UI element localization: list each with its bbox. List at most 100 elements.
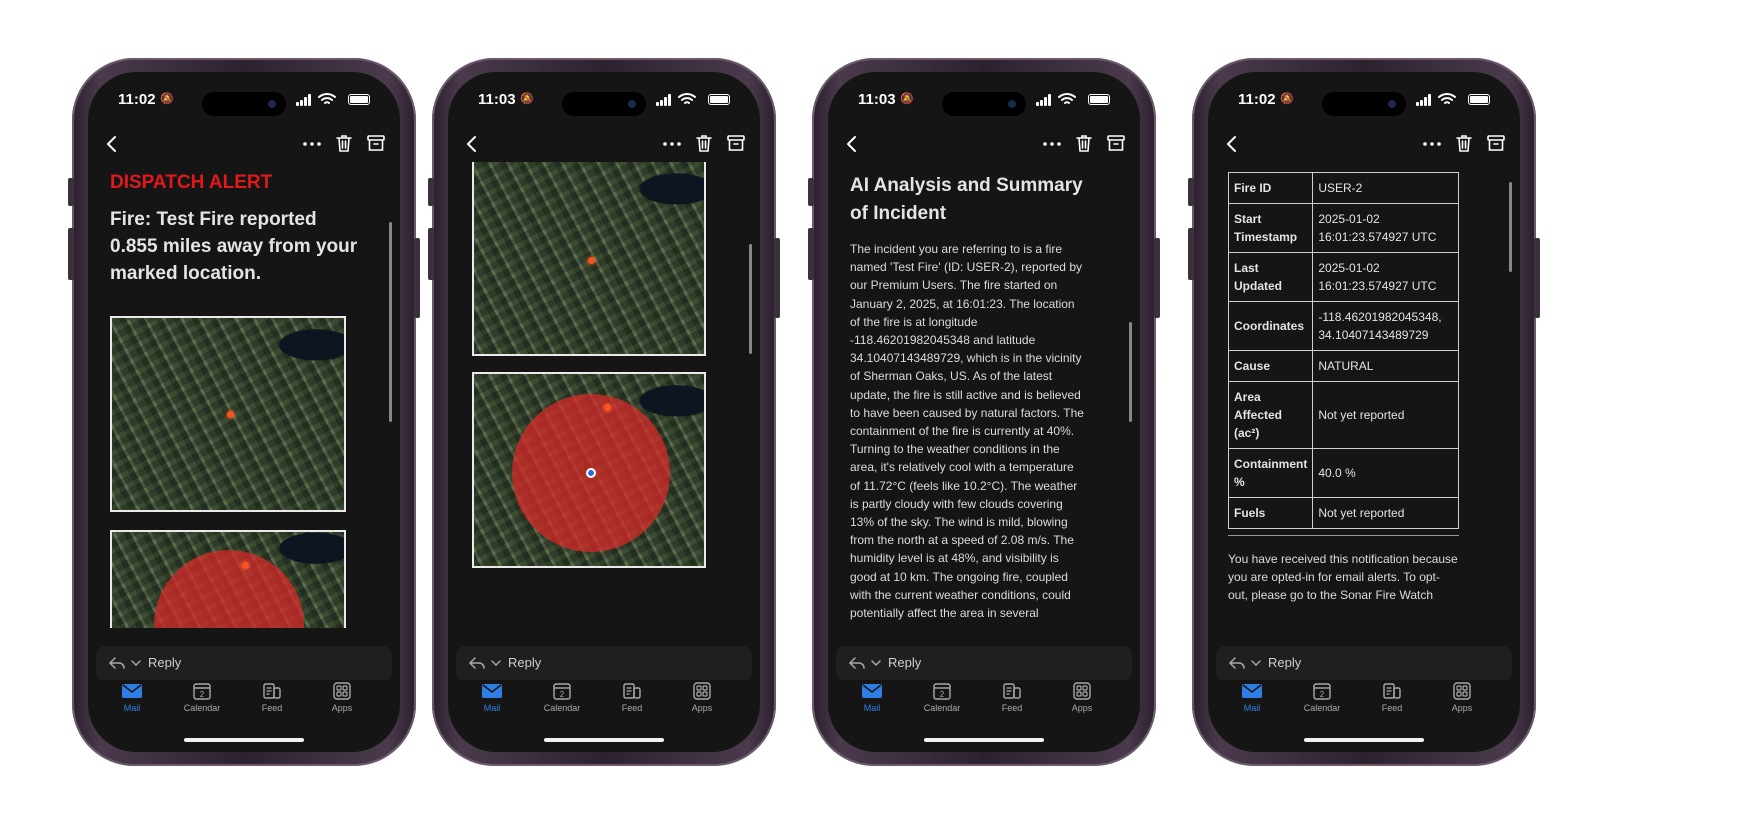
feed-icon: [242, 682, 302, 700]
divider: [1228, 535, 1459, 536]
archive-icon[interactable]: [724, 131, 748, 155]
tab-label: Mail: [1243, 703, 1261, 713]
email-body[interactable]: DISPATCH ALERT Fire: Test Fire reported 0…: [88, 162, 400, 628]
table-value: Not yet reported: [1312, 381, 1459, 449]
archive-icon[interactable]: [364, 131, 388, 155]
battery-icon: [1468, 94, 1490, 105]
trash-icon[interactable]: [692, 131, 716, 155]
phone-frame: 11:02 🔕 DISPATCH ALERT Fire: Test Fire repo…: [68, 58, 420, 766]
back-icon[interactable]: [100, 132, 124, 156]
more-options-icon[interactable]: [1420, 132, 1444, 156]
svg-text:2: 2: [560, 690, 565, 699]
feed-icon: [602, 682, 662, 700]
table-key: Coordinates: [1227, 301, 1314, 351]
trash-icon[interactable]: [1072, 131, 1096, 155]
battery-icon: [708, 94, 730, 105]
phone-frame: 11:03 🔕 Reply Mail 2 Calendar Feed Apps: [428, 58, 780, 766]
email-body[interactable]: Fire ID USER-2 Start Timestamp 2025-01-02 1…: [1208, 162, 1520, 628]
trash-icon[interactable]: [1452, 131, 1476, 155]
table-key: Fuels: [1227, 497, 1314, 529]
tab-apps[interactable]: Apps: [672, 682, 732, 713]
email-body[interactable]: [448, 162, 760, 628]
table-key: Last Updated: [1227, 252, 1314, 302]
calendar-icon: 2: [912, 682, 972, 700]
scrollbar[interactable]: [1129, 322, 1132, 422]
apps-icon: [1052, 682, 1112, 700]
satellite-map-image: [472, 372, 706, 568]
tab-feed[interactable]: Feed: [982, 682, 1042, 713]
fire-marker: [242, 562, 249, 569]
tab-feed[interactable]: Feed: [1362, 682, 1422, 713]
tab-calendar[interactable]: 2 Calendar: [532, 682, 592, 713]
wifi-icon: [678, 92, 696, 106]
table-value: -118.46201982045348, 34.10407143489729: [1312, 301, 1459, 351]
table-value: 40.0 %: [1312, 448, 1459, 498]
back-icon[interactable]: [460, 132, 484, 156]
bell-muted-icon: 🔕: [900, 93, 914, 105]
tab-label: Mail: [483, 703, 501, 713]
tab-label: Mail: [123, 703, 141, 713]
scrollbar[interactable]: [1509, 182, 1512, 272]
status-time: 11:02: [1238, 91, 1276, 108]
message-toolbar: [828, 126, 1140, 162]
reply-bar[interactable]: Reply: [1216, 646, 1512, 680]
trash-icon[interactable]: [332, 131, 356, 155]
scrollbar[interactable]: [749, 244, 752, 354]
more-options-icon[interactable]: [300, 132, 324, 156]
tab-mail[interactable]: Mail: [1222, 682, 1282, 713]
status-time: 11:03: [478, 91, 516, 108]
tab-bar: Mail 2 Calendar Feed Apps: [828, 682, 1140, 728]
table-key: Cause: [1227, 350, 1314, 382]
status-time: 11:03: [858, 91, 896, 108]
dynamic-island: [562, 92, 646, 116]
reply-icon[interactable]: [108, 655, 142, 671]
home-indicator: [184, 738, 304, 742]
dispatch-alert-title: DISPATCH ALERT: [110, 172, 273, 193]
tab-calendar[interactable]: 2 Calendar: [912, 682, 972, 713]
reply-bar[interactable]: Reply: [836, 646, 1132, 680]
message-toolbar: [448, 126, 760, 162]
dynamic-island: [1322, 92, 1406, 116]
archive-icon[interactable]: [1104, 131, 1128, 155]
back-icon[interactable]: [1220, 132, 1244, 156]
table-row: Containment % 40.0 %: [1227, 448, 1459, 498]
reply-bar[interactable]: Reply: [96, 646, 392, 680]
tab-apps[interactable]: Apps: [1052, 682, 1112, 713]
tab-mail[interactable]: Mail: [462, 682, 522, 713]
battery-icon: [348, 94, 370, 105]
scrollbar[interactable]: [389, 222, 392, 422]
reply-icon[interactable]: [1228, 655, 1262, 671]
table-value: 2025-01-02 16:01:23.574927 UTC: [1312, 252, 1459, 302]
more-options-icon[interactable]: [660, 132, 684, 156]
wifi-icon: [1058, 92, 1076, 106]
phone-frame: 11:03 🔕 AI Analysis and Summary of Inciden…: [808, 58, 1160, 766]
message-toolbar: [1208, 126, 1520, 162]
tab-feed[interactable]: Feed: [602, 682, 662, 713]
reply-bar[interactable]: Reply: [456, 646, 752, 680]
tab-feed[interactable]: Feed: [242, 682, 302, 713]
more-options-icon[interactable]: [1040, 132, 1064, 156]
tab-calendar[interactable]: 2 Calendar: [172, 682, 232, 713]
fire-radius-circle: [154, 550, 304, 628]
back-icon[interactable]: [840, 132, 864, 156]
tab-apps[interactable]: Apps: [1432, 682, 1492, 713]
reply-label: Reply: [1268, 655, 1302, 670]
reply-label: Reply: [508, 655, 542, 670]
reply-icon[interactable]: [848, 655, 882, 671]
tab-mail[interactable]: Mail: [842, 682, 902, 713]
reply-icon[interactable]: [468, 655, 502, 671]
table-value: 2025-01-02 16:01:23.574927 UTC: [1312, 203, 1459, 253]
tab-apps[interactable]: Apps: [312, 682, 372, 713]
bell-muted-icon: 🔕: [1280, 93, 1294, 105]
ai-summary-text: The incident you are referring to is a f…: [850, 242, 1084, 621]
tab-mail[interactable]: Mail: [102, 682, 162, 713]
battery-icon: [1088, 94, 1110, 105]
table-row: Coordinates -118.46201982045348, 34.10407…: [1227, 301, 1459, 351]
archive-icon[interactable]: [1484, 131, 1508, 155]
tab-calendar[interactable]: 2 Calendar: [1292, 682, 1352, 713]
email-body[interactable]: AI Analysis and Summary of Incident The i…: [828, 162, 1140, 628]
wifi-icon: [318, 92, 336, 106]
home-indicator: [924, 738, 1044, 742]
mail-icon: [462, 682, 522, 700]
tab-label: Feed: [1381, 703, 1403, 713]
